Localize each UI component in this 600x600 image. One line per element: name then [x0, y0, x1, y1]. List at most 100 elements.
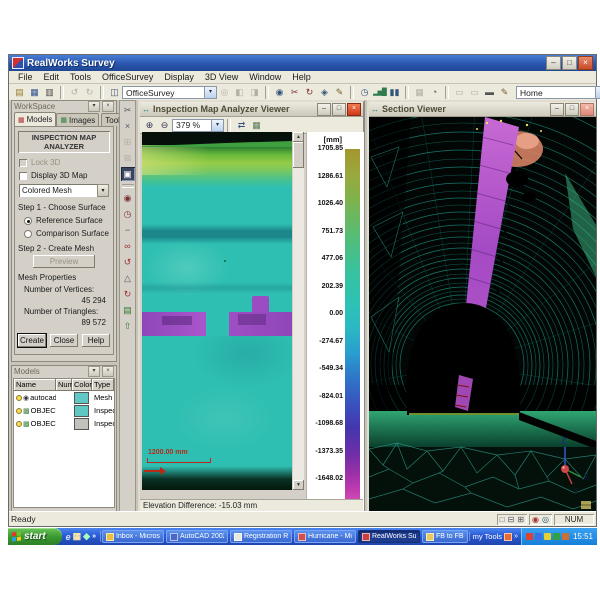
pick-icon[interactable]: ◉ [532, 515, 539, 524]
inspection-map-canvas[interactable]: 1200.00 mm [142, 132, 292, 490]
help-button[interactable]: Help [82, 334, 110, 347]
visibility-bulb-icon[interactable] [16, 395, 22, 401]
export-icon[interactable]: ⇧ [121, 319, 135, 333]
model-row-autocad[interactable]: ◉autocad... Mesh [14, 391, 114, 404]
visibility-bulb-icon[interactable] [16, 408, 22, 414]
split-view-icon[interactable]: ⊟ [508, 515, 515, 524]
reference-surface-radio[interactable] [24, 217, 32, 225]
model-row-object-2[interactable]: ▩OBJECT... Inspectio... [14, 417, 114, 430]
section-viewer-titlebar[interactable]: ↔ Section Viewer – □ × [369, 102, 596, 117]
link-icon[interactable]: ∞ [121, 239, 135, 253]
menu-help[interactable]: Help [287, 72, 316, 82]
save-icon[interactable]: ▦ [27, 85, 42, 100]
ie-icon[interactable]: e [66, 532, 71, 542]
cut-icon[interactable]: ✂ [287, 85, 302, 100]
tray-icon-red[interactable] [526, 533, 533, 540]
display-3d-map-checkbox[interactable] [19, 172, 27, 180]
panel-pin-icon[interactable]: ▾ [88, 366, 100, 377]
chevron-down-icon[interactable]: ▾ [97, 184, 109, 197]
annotate-icon[interactable]: ✎ [332, 85, 347, 100]
rotate-icon[interactable]: ↻ [302, 85, 317, 100]
books-icon[interactable]: ▮▮ [387, 85, 402, 100]
scroll-down-icon[interactable]: ▼ [293, 480, 304, 490]
inspection-tool-icon[interactable]: ▣ [121, 167, 135, 181]
zoom-out-icon[interactable]: ⊖ [157, 118, 172, 133]
task-inbox[interactable]: Inbox - Microsof... [102, 530, 164, 543]
menu-3dview[interactable]: 3D View [200, 72, 243, 82]
officesurvey-combo[interactable]: OfficeSurvey ▾ [122, 86, 217, 99]
zoom-level-combo[interactable]: 379 % ▾ [172, 119, 224, 132]
chevron-down-icon[interactable]: ▾ [211, 120, 223, 131]
visibility-bulb-icon[interactable] [16, 421, 22, 427]
model-row-object-1[interactable]: ▩OBJECT... Inspectio... [14, 404, 114, 417]
chart-icon[interactable]: ▂▅█ [372, 85, 387, 100]
overflow-icon[interactable]: » [92, 533, 96, 540]
lasso-icon[interactable]: ↺ [121, 255, 135, 269]
tray-icon-green[interactable] [553, 533, 560, 540]
media-icon[interactable]: ◆ [83, 531, 90, 542]
task-registration[interactable]: Registration Rep... [230, 530, 292, 543]
tray-icon-blue[interactable] [535, 533, 542, 540]
sampling-icon[interactable]: ▤ [121, 303, 135, 317]
task-realworks[interactable]: RealWorks Survey [358, 530, 420, 543]
menu-file[interactable]: File [13, 72, 38, 82]
snap-icon[interactable]: ◎ [542, 515, 549, 524]
menu-window[interactable]: Window [244, 72, 286, 82]
home-combo[interactable]: Home ▾ [516, 86, 600, 99]
show-desktop-icon[interactable]: ▦ [73, 531, 82, 542]
tray-icon-orange[interactable] [562, 533, 569, 540]
clock-icon[interactable]: ◷ [357, 85, 372, 100]
col-name[interactable]: Name [14, 379, 56, 391]
menu-officesurvey[interactable]: OfficeSurvey [97, 72, 158, 82]
comparison-surface-radio[interactable] [24, 230, 32, 238]
overflow-icon[interactable]: » [514, 533, 518, 540]
workspace-panel-titlebar[interactable]: WorkSpace ▾ × [12, 101, 116, 112]
tray-icon-yellow[interactable] [544, 533, 551, 540]
col-type[interactable]: Type [92, 379, 114, 391]
minimize-icon[interactable]: – [550, 103, 564, 116]
create-button[interactable]: Create [18, 334, 46, 347]
section-viewer-canvas[interactable]: Z X Y [369, 117, 596, 512]
app-titlebar[interactable]: RealWorks Survey – □ × [9, 55, 596, 71]
maximize-icon[interactable]: □ [332, 103, 346, 116]
minus-icon[interactable]: − [121, 223, 135, 237]
bar-icon[interactable]: ▬ [482, 85, 497, 100]
close-icon[interactable]: × [580, 103, 594, 116]
pen-icon[interactable]: ✎ [497, 85, 512, 100]
start-button[interactable]: start [8, 528, 62, 545]
zoom-window-icon[interactable]: ◈ [317, 85, 332, 100]
task-autocad[interactable]: AutoCAD 2002 [166, 530, 228, 543]
zoom-in-icon[interactable]: ⊕ [142, 118, 157, 133]
close-button[interactable]: Close [50, 334, 78, 347]
menu-tools[interactable]: Tools [65, 72, 96, 82]
mesh-type-select[interactable]: Colored Mesh ▾ [19, 184, 109, 197]
segment-icon[interactable]: ◔ [427, 85, 442, 100]
quad-view-icon[interactable]: ⊞ [517, 515, 524, 524]
menu-display[interactable]: Display [159, 72, 199, 82]
close-icon[interactable]: × [347, 103, 361, 116]
col-color[interactable]: Color [72, 379, 92, 391]
map-viewer-titlebar[interactable]: ↔ Inspection Map Analyzer Viewer – □ × [140, 102, 363, 117]
tab-models[interactable]: ▦Models [14, 112, 56, 126]
maximize-icon[interactable]: □ [565, 103, 579, 116]
minimize-icon[interactable]: – [317, 103, 331, 116]
map-vertical-scrollbar[interactable]: ▲ ▼ [293, 132, 304, 490]
models-panel-titlebar[interactable]: Models ▾ × [12, 366, 116, 377]
panel-close-icon[interactable]: × [102, 101, 114, 112]
minimize-icon[interactable]: – [546, 56, 561, 70]
panel-pin-icon[interactable]: ▾ [88, 101, 100, 112]
scissors-icon[interactable]: ✂ [121, 103, 135, 117]
maximize-icon[interactable]: □ [562, 56, 577, 70]
chevron-down-icon[interactable]: ▾ [204, 87, 216, 98]
col-num[interactable]: Num... [56, 379, 72, 391]
examine-icon[interactable]: ◉ [272, 85, 287, 100]
examine-view-icon[interactable]: ◉ [121, 191, 135, 205]
rotate-tool-icon[interactable]: ↻ [121, 287, 135, 301]
task-fb-folder[interactable]: FB to FB [422, 530, 468, 543]
pan-mode-icon[interactable]: ⇄ [234, 118, 249, 133]
workspace-icon[interactable]: ◫ [107, 85, 122, 100]
delete-icon[interactable]: × [121, 119, 135, 133]
task-hurricane[interactable]: Hurricane - Micro... [294, 530, 356, 543]
chevron-down-icon[interactable]: ▾ [595, 87, 600, 98]
menu-edit[interactable]: Edit [39, 72, 65, 82]
